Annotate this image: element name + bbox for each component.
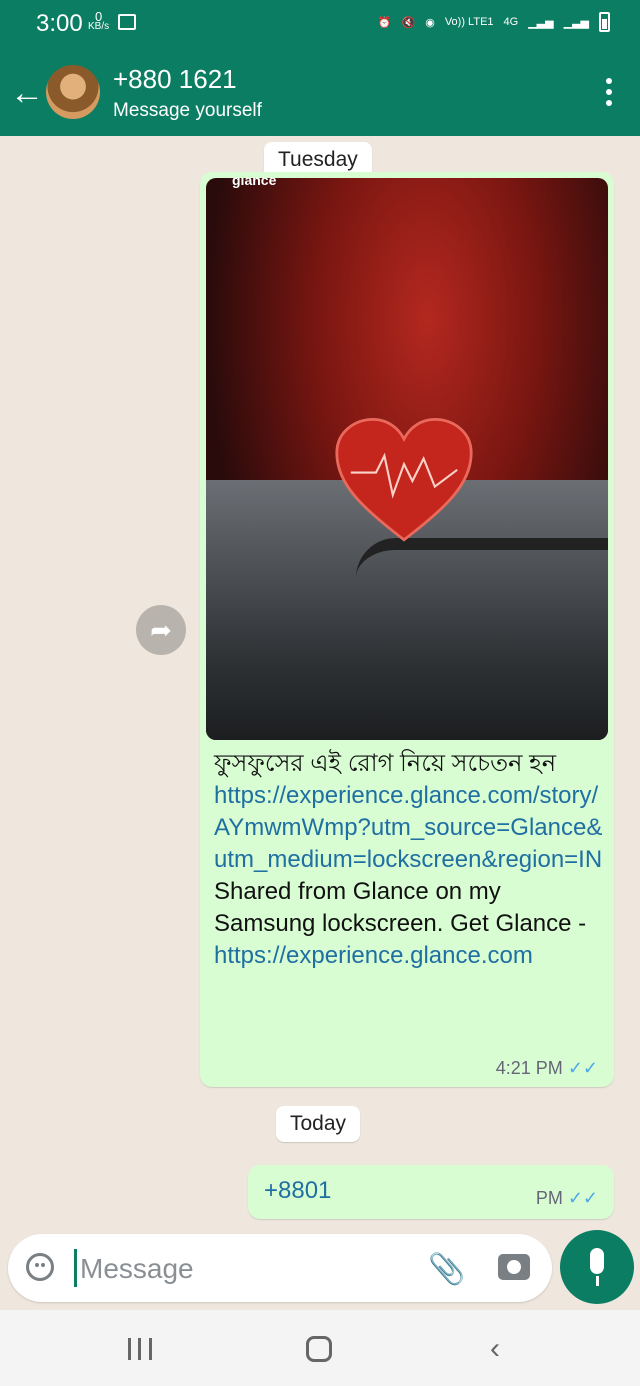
net-speed: 0 KB/s xyxy=(88,9,110,32)
signal-icon-2: ▁▃▅ xyxy=(563,16,589,29)
text-caret xyxy=(74,1249,77,1287)
emoji-icon[interactable] xyxy=(26,1253,54,1281)
network-type: 4G xyxy=(503,16,519,28)
message-bubble-2[interactable]: +8801 PM ✓✓ xyxy=(248,1165,614,1219)
attach-icon[interactable]: 📎 xyxy=(428,1252,465,1287)
glance-watermark: glance xyxy=(232,178,277,188)
mute-icon: 🔇 xyxy=(401,16,416,29)
stethoscope-tube xyxy=(356,538,608,600)
date-chip-today: Today xyxy=(276,1106,361,1142)
app-bar: ← +880 1621 Message yourself xyxy=(0,50,640,136)
more-options-icon[interactable] xyxy=(606,78,614,111)
status-bar: 3:00 0 KB/s ⏰ 🔇 ◉ Vo)) LTE1 4G ▁▃▅ ▁▃▅ xyxy=(0,0,640,50)
shared-text: Shared from Glance on my Samsung lockscr… xyxy=(214,878,587,937)
message-meta-2: PM ✓✓ xyxy=(536,1188,598,1209)
home-icon[interactable] xyxy=(306,1336,332,1362)
gallery-icon xyxy=(118,14,136,30)
message-time: 4:21 PM xyxy=(495,1058,563,1078)
message-composer: 📎 xyxy=(8,1234,552,1302)
story-link[interactable]: https://experience.glance.com/story/AYmw… xyxy=(214,780,606,876)
message-input[interactable] xyxy=(78,1246,412,1292)
read-ticks-icon-2: ✓✓ xyxy=(567,1188,598,1208)
status-time: 3:00 xyxy=(36,10,83,37)
alarm-icon: ⏰ xyxy=(377,16,392,29)
battery-icon xyxy=(599,12,610,32)
message-meta-1: 4:21 PM ✓✓ xyxy=(496,1058,598,1079)
contact-name[interactable]: +880 1621 xyxy=(113,64,237,95)
volte-label: Vo)) LTE1 xyxy=(444,16,494,28)
back-arrow-icon[interactable]: ← xyxy=(10,76,44,110)
avatar[interactable] xyxy=(46,65,100,119)
chat-area[interactable]: Tuesday glance ফুসফুসের এই রোগ নিয়ে সচে… xyxy=(0,136,640,1232)
system-nav-bar: ‹ xyxy=(0,1310,640,1386)
message-image[interactable]: glance xyxy=(206,178,608,740)
nav-back-icon[interactable]: ‹ xyxy=(490,1332,500,1366)
glance-link[interactable]: https://experience.glance.com xyxy=(214,942,533,969)
camera-icon[interactable] xyxy=(498,1254,530,1280)
contact-subtitle[interactable]: Message yourself xyxy=(113,100,262,122)
message-bubble-1[interactable]: glance ফুসফুসের এই রোগ নিয়ে সচেতন হন ht… xyxy=(200,172,614,1087)
hotspot-icon: ◉ xyxy=(425,16,435,29)
signal-icon: ▁▃▅ xyxy=(528,16,554,29)
heart-image xyxy=(335,417,473,542)
recent-apps-icon[interactable] xyxy=(128,1338,152,1360)
message-time-2: PM xyxy=(535,1188,563,1208)
forward-icon[interactable]: ➦ xyxy=(136,605,186,655)
mic-button[interactable] xyxy=(560,1230,634,1304)
status-icons: ⏰ 🔇 ◉ Vo)) LTE1 4G ▁▃▅ ▁▃▅ xyxy=(378,12,610,32)
phone-number-link[interactable]: +8801 xyxy=(264,1177,331,1205)
message-text: ফুসফুসের এই রোগ নিয়ে সচেতন হন https://e… xyxy=(214,748,606,972)
bengali-headline: ফুসফুসের এই রোগ নিয়ে সচেতন হন xyxy=(214,750,557,777)
read-ticks-icon: ✓✓ xyxy=(567,1058,598,1078)
